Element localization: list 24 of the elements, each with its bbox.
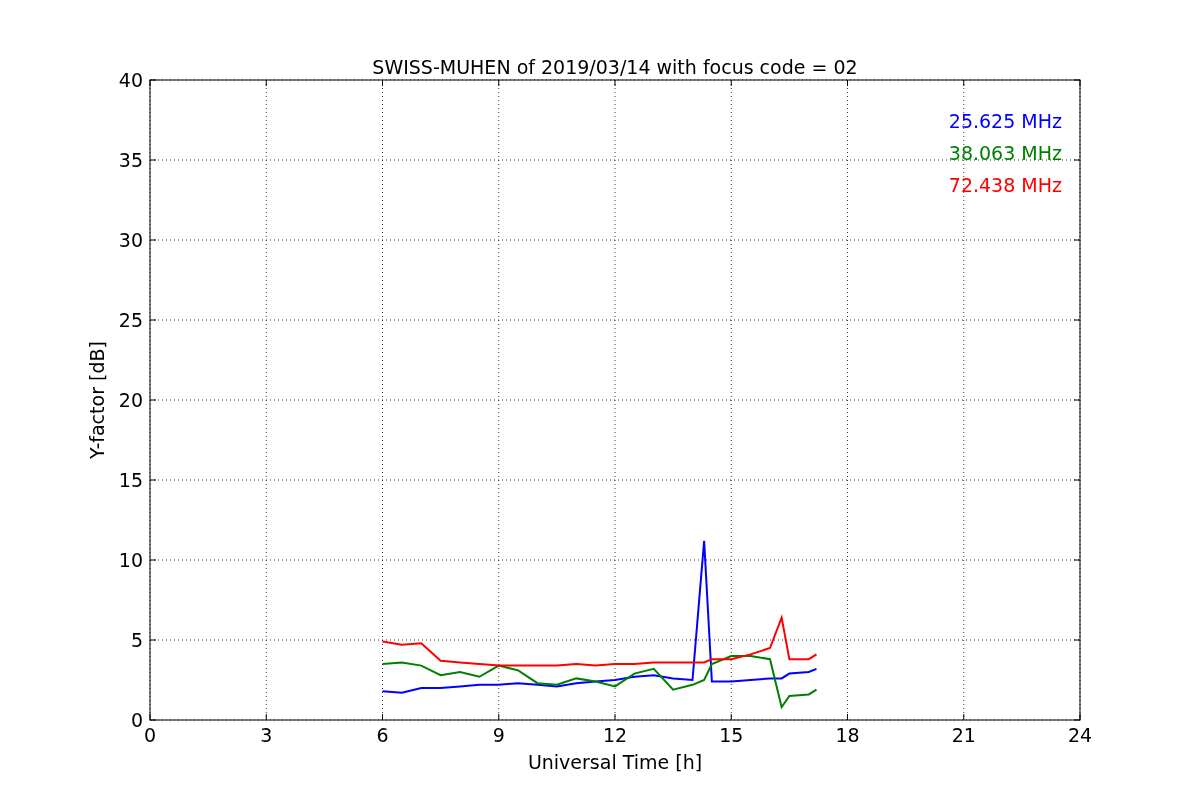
y-axis-label: Y-factor [dB] [86, 341, 108, 459]
y-tick-label: 40 [118, 69, 143, 91]
y-tick-label: 35 [118, 149, 143, 171]
x-tick-label: 3 [260, 724, 273, 746]
x-tick-label: 18 [835, 724, 860, 746]
y-tick-label: 25 [118, 309, 143, 331]
y-tick-label: 30 [118, 229, 143, 251]
y-tick-label: 20 [118, 389, 143, 411]
legend-label: 38.063 MHz [948, 142, 1062, 164]
x-axis-label: Universal Time [h] [527, 751, 703, 773]
x-tick-label: 6 [376, 724, 389, 746]
legend-label: 25.625 MHz [948, 110, 1062, 132]
y-tick-label: 0 [130, 709, 143, 731]
y-tick-label: 15 [118, 469, 143, 491]
x-tick-label: 9 [492, 724, 505, 746]
y-tick-label: 10 [118, 549, 143, 571]
x-tick-label: 24 [1067, 724, 1093, 746]
x-tick-label: 0 [143, 724, 157, 746]
y-tick-label: 5 [130, 629, 143, 651]
legend-label: 72.438 MHz [948, 174, 1062, 196]
x-tick-label: 12 [602, 724, 628, 746]
x-tick-label: 15 [719, 724, 744, 746]
chart-title: SWISS-MUHEN of 2019/03/14 with focus code = 02 [372, 56, 858, 78]
x-tick-label: 21 [951, 724, 976, 746]
